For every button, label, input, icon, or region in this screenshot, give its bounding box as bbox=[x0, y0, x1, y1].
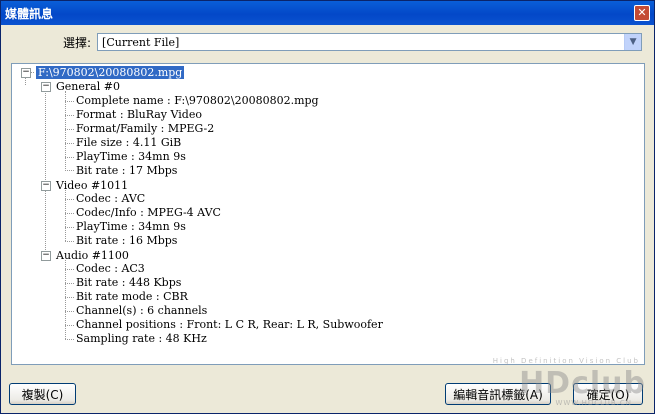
collapse-icon[interactable]: − bbox=[41, 251, 51, 261]
tree-line bbox=[65, 269, 74, 270]
tree-item[interactable]: Complete name : F:\970802\20080802.mpg bbox=[76, 94, 319, 107]
tree-item[interactable]: Format/Family : MPEG-2 bbox=[76, 122, 214, 135]
tree-item[interactable]: Bit rate : 448 Kbps bbox=[76, 276, 181, 289]
tree-line bbox=[65, 143, 74, 144]
collapse-icon[interactable]: − bbox=[41, 181, 51, 191]
file-selector-row: 選擇: [Current File] ▼ bbox=[63, 33, 643, 51]
info-tree[interactable]: − F:\970802\20080802.mpg − General #0 Co… bbox=[11, 63, 645, 365]
tree-line bbox=[65, 297, 74, 298]
tree-root-label: F:\970802\20080802.mpg bbox=[36, 66, 185, 79]
watermark-subtitle: High Definition Vision Club bbox=[492, 357, 640, 365]
tree-line bbox=[65, 325, 74, 326]
tree-item[interactable]: PlayTime : 34mn 9s bbox=[76, 150, 186, 163]
tree-line bbox=[65, 115, 74, 116]
tree-item[interactable]: File size : 4.11 GiB bbox=[76, 136, 181, 149]
tree-line bbox=[65, 311, 74, 312]
tree-item[interactable]: Channel(s) : 6 channels bbox=[76, 304, 207, 317]
tree-section-audio[interactable]: Audio #1100 bbox=[56, 249, 129, 262]
file-select-value: [Current File] bbox=[102, 35, 180, 49]
tree-item[interactable]: Format : BluRay Video bbox=[76, 108, 202, 121]
tree-item[interactable]: Codec/Info : MPEG-4 AVC bbox=[76, 206, 221, 219]
copy-button[interactable]: 複製(C) bbox=[9, 383, 76, 405]
tree-line bbox=[65, 241, 74, 242]
watermark-url: WWW.HDCLUB.CN bbox=[555, 399, 632, 407]
tree-line bbox=[65, 129, 74, 130]
tree-section-video[interactable]: Video #1011 bbox=[56, 179, 128, 192]
tree-item[interactable]: Codec : AC3 bbox=[76, 262, 145, 275]
tree-item[interactable]: PlayTime : 34mn 9s bbox=[76, 220, 186, 233]
tree-item[interactable]: Codec : AVC bbox=[76, 192, 145, 205]
tree-item[interactable]: Bit rate : 16 Mbps bbox=[76, 234, 177, 247]
tree-line bbox=[65, 157, 74, 158]
tree-line bbox=[65, 101, 74, 102]
tree-line bbox=[65, 170, 74, 171]
collapse-icon[interactable]: − bbox=[21, 68, 31, 78]
watermark-logo: HDclub bbox=[519, 366, 646, 401]
tree-line bbox=[65, 260, 66, 339]
tree-item[interactable]: Bit rate : 17 Mbps bbox=[76, 164, 177, 177]
close-icon[interactable]: ✕ bbox=[634, 5, 650, 21]
tree-line bbox=[65, 339, 74, 340]
chevron-down-icon[interactable]: ▼ bbox=[624, 34, 642, 50]
tree-line bbox=[25, 77, 26, 85]
tree-line bbox=[65, 213, 74, 214]
collapse-icon[interactable]: − bbox=[41, 82, 51, 92]
tree-line bbox=[65, 199, 74, 200]
tree-item[interactable]: Channel positions : Front: L C R, Rear: … bbox=[76, 318, 383, 331]
title-bar[interactable]: 媒體訊息 ✕ bbox=[1, 1, 654, 25]
media-info-dialog: 媒體訊息 ✕ 選擇: [Current File] ▼ − F:\970802\… bbox=[0, 0, 655, 414]
tree-line bbox=[45, 90, 46, 258]
tree-root[interactable]: F:\970802\20080802.mpg bbox=[36, 66, 185, 79]
window-title: 媒體訊息 bbox=[5, 6, 54, 21]
tree-line bbox=[65, 227, 74, 228]
tree-line bbox=[65, 190, 66, 241]
selector-label: 選擇: bbox=[63, 35, 92, 50]
tree-item[interactable]: Bit rate mode : CBR bbox=[76, 290, 188, 303]
file-select[interactable]: [Current File] ▼ bbox=[97, 33, 643, 51]
tree-item[interactable]: Sampling rate : 48 KHz bbox=[76, 332, 207, 345]
tree-line bbox=[65, 283, 74, 284]
